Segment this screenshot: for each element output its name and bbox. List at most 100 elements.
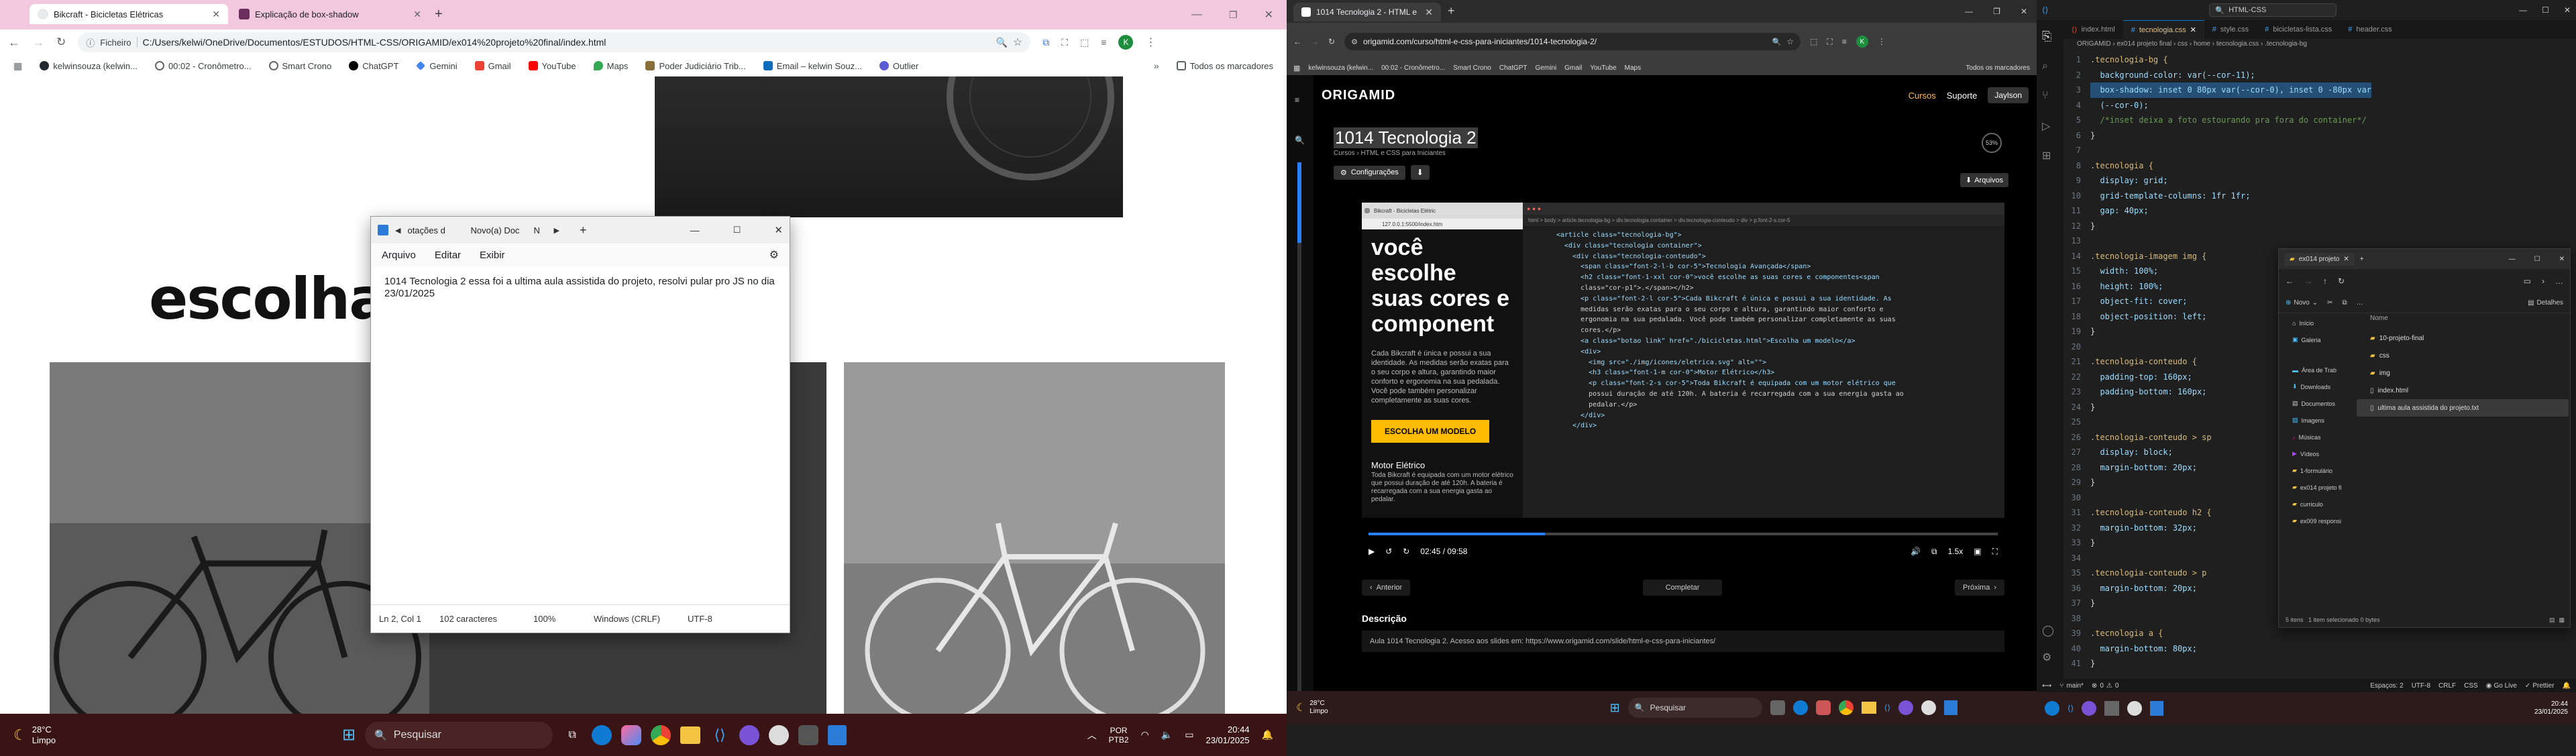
forward-icon[interactable]: ↻ bbox=[1403, 547, 1409, 556]
bookmark-item[interactable]: Gmail bbox=[474, 61, 511, 71]
pip-icon[interactable]: ▣ bbox=[1974, 547, 1981, 556]
more-icon[interactable]: … bbox=[2555, 276, 2563, 286]
tile-view-icon[interactable]: ▦ bbox=[2559, 616, 2565, 624]
editor-tab[interactable]: # bicicletas-lista.css bbox=[2257, 20, 2340, 39]
copilot-icon[interactable] bbox=[1815, 700, 1831, 715]
reload-icon[interactable]: ↻ bbox=[1328, 37, 1335, 46]
maximize-icon[interactable]: ❐ bbox=[1229, 9, 1238, 21]
notepad-icon[interactable] bbox=[2150, 701, 2164, 716]
prettier-status[interactable]: ✓ Prettier bbox=[2525, 682, 2555, 690]
notepad-icon[interactable] bbox=[828, 724, 847, 745]
profile-avatar[interactable]: K bbox=[1856, 36, 1868, 48]
nav-item[interactable]: ▰ curriculo bbox=[2292, 496, 2353, 512]
windows-start-icon[interactable]: ⊞ bbox=[1610, 701, 1620, 715]
menu-icon[interactable]: ⋮ bbox=[1878, 37, 1886, 46]
wifi-icon[interactable]: ◠ bbox=[1141, 729, 1149, 741]
extensions-icon[interactable]: ⬚ bbox=[1080, 37, 1089, 48]
taskbar-search[interactable]: 🔍 Pesquisar bbox=[365, 721, 553, 749]
nav-item[interactable]: ▰ 1-formulário bbox=[2292, 462, 2353, 479]
forward-icon[interactable]: → bbox=[1311, 37, 1319, 46]
code-line[interactable]: 11 gap: 40px; bbox=[2063, 203, 2576, 219]
new-tab-icon[interactable]: + bbox=[580, 223, 587, 237]
bell-icon[interactable]: 🔔 bbox=[2563, 682, 2571, 690]
chevron-right-icon[interactable]: › bbox=[2542, 276, 2544, 286]
windows-start-icon[interactable]: ⊞ bbox=[342, 725, 356, 745]
file-row[interactable]: ▰ css bbox=[2357, 347, 2569, 364]
nav-suporte[interactable]: Suporte bbox=[1947, 91, 1978, 101]
bookmark-item[interactable]: Smart Crono bbox=[268, 61, 331, 71]
weather-widget[interactable]: ☾ 28°C Limpo bbox=[1296, 700, 1328, 716]
notepad-icon[interactable] bbox=[1944, 700, 1958, 715]
encoding-status[interactable]: UTF-8 bbox=[2412, 682, 2430, 690]
menu-icon[interactable]: ⋮ bbox=[1145, 36, 1156, 49]
nav-item[interactable]: ▣ Galeria bbox=[2292, 331, 2353, 348]
branch-status[interactable]: ⑂ main* bbox=[2059, 682, 2084, 690]
code-line[interactable]: 8 .tecnologia { bbox=[2063, 158, 2576, 174]
maximize-icon[interactable]: ☐ bbox=[2534, 256, 2540, 263]
bookmark-item[interactable]: kelwinsouza (kelwin... bbox=[1308, 64, 1373, 72]
bookmark-item[interactable]: Gmail bbox=[1564, 64, 1582, 72]
github-icon[interactable] bbox=[739, 724, 760, 745]
file-row[interactable]: ▯ index.html bbox=[2357, 382, 2569, 399]
nav-cursos[interactable]: Cursos bbox=[1909, 91, 1936, 101]
nav-item[interactable]: ▰ ex014 projeto fi bbox=[2292, 479, 2353, 496]
chevron-up-icon[interactable]: ︿ bbox=[1087, 728, 1097, 742]
vscode-icon[interactable]: ⟨⟩ bbox=[710, 725, 730, 745]
bookmark-item[interactable]: Poder Judiciário Trib... bbox=[645, 61, 746, 71]
address-bar[interactable]: ⓘ Ficheiro C:/Users/kelwi/OneDrive/Docum… bbox=[78, 32, 1031, 52]
code-line[interactable]: 7 bbox=[2063, 143, 2576, 158]
rewind-icon[interactable]: ↺ bbox=[1385, 547, 1392, 556]
origamid-logo[interactable]: ORIGAMID bbox=[1322, 88, 1395, 103]
extensions-icon[interactable]: ⬚ bbox=[1810, 37, 1817, 46]
code-line[interactable]: 9 display: grid; bbox=[2063, 173, 2576, 188]
volume-icon[interactable]: 🔈 bbox=[1161, 729, 1173, 741]
menu-arquivo[interactable]: Arquivo bbox=[382, 250, 416, 261]
forward-icon[interactable]: → bbox=[2304, 276, 2312, 286]
code-line[interactable]: 5 /*inset deixa a foto estourando pra fo… bbox=[2063, 113, 2576, 128]
up-icon[interactable]: ↑ bbox=[2323, 276, 2327, 286]
menu-icon[interactable]: ≡ bbox=[1842, 37, 1847, 46]
code-line[interactable]: 41} bbox=[2063, 656, 2576, 671]
files-button[interactable]: ⬇ Arquivos bbox=[1960, 173, 2008, 187]
volume-icon[interactable]: 🔊 bbox=[1911, 547, 1921, 556]
app-icon[interactable] bbox=[1770, 700, 1785, 715]
maximize-icon[interactable]: ☐ bbox=[2542, 5, 2549, 15]
vscode-icon[interactable]: ⟨⟩ bbox=[1884, 703, 1890, 712]
edge-icon[interactable] bbox=[592, 724, 612, 745]
task-view-icon[interactable]: ⧉ bbox=[562, 725, 582, 745]
complete-button[interactable]: Completar bbox=[1642, 580, 1723, 596]
language-status[interactable]: CSS bbox=[2464, 682, 2478, 690]
nav-item[interactable]: ▤ Documentos bbox=[2292, 395, 2353, 412]
bookmark-item[interactable]: Outlier bbox=[879, 61, 918, 71]
folder-icon[interactable] bbox=[680, 726, 701, 744]
bookmark-item[interactable]: ChatGPT bbox=[349, 61, 398, 71]
chrome-icon[interactable] bbox=[1838, 700, 1854, 715]
extensions-icon[interactable]: ⊞ bbox=[2042, 149, 2051, 162]
folder-icon[interactable] bbox=[1861, 702, 1876, 714]
gear-icon[interactable]: ⚙ bbox=[2042, 651, 2051, 664]
clock-icon[interactable] bbox=[1921, 700, 1937, 715]
menu-editar[interactable]: Editar bbox=[435, 250, 461, 261]
close-icon[interactable]: ✕ bbox=[2343, 256, 2349, 263]
file-row[interactable]: ▰ img bbox=[2357, 364, 2569, 382]
bookmark-item[interactable]: Smart Crono bbox=[1453, 64, 1491, 72]
account-icon[interactable]: ◯ bbox=[2042, 624, 2054, 637]
video-player[interactable]: Bikcraft - Bicicletas Elétric 127.0.0.1:… bbox=[1362, 203, 2004, 565]
source-control-icon[interactable]: ⑂ bbox=[2042, 90, 2049, 102]
code-line[interactable]: 6} bbox=[2063, 128, 2576, 144]
bookmark-item[interactable]: Maps bbox=[593, 61, 628, 71]
notepad-tab[interactable]: N bbox=[533, 225, 547, 235]
vscode-icon[interactable]: ⟨⟩ bbox=[2068, 704, 2074, 713]
bookmark-item[interactable]: kelwinsouza (kelwin... bbox=[40, 61, 138, 71]
forward-icon[interactable]: → bbox=[32, 36, 44, 50]
run-debug-icon[interactable]: ▷ bbox=[2042, 119, 2050, 133]
close-icon[interactable]: ✕ bbox=[1265, 8, 1273, 21]
files-icon[interactable]: ⎘ bbox=[2042, 30, 2051, 44]
new-tab-icon[interactable]: + bbox=[1448, 4, 1455, 18]
close-icon[interactable]: ✕ bbox=[2190, 25, 2196, 34]
code-line[interactable]: 39 .tecnologia a { bbox=[2063, 626, 2576, 641]
code-line[interactable]: 1 .tecnologia-bg { bbox=[2063, 52, 2576, 68]
minimize-icon[interactable]: — bbox=[1191, 9, 1202, 21]
bookmark-button[interactable]: ⬇ bbox=[1410, 165, 1430, 180]
zoom-icon[interactable]: 🔍 bbox=[1772, 38, 1782, 46]
